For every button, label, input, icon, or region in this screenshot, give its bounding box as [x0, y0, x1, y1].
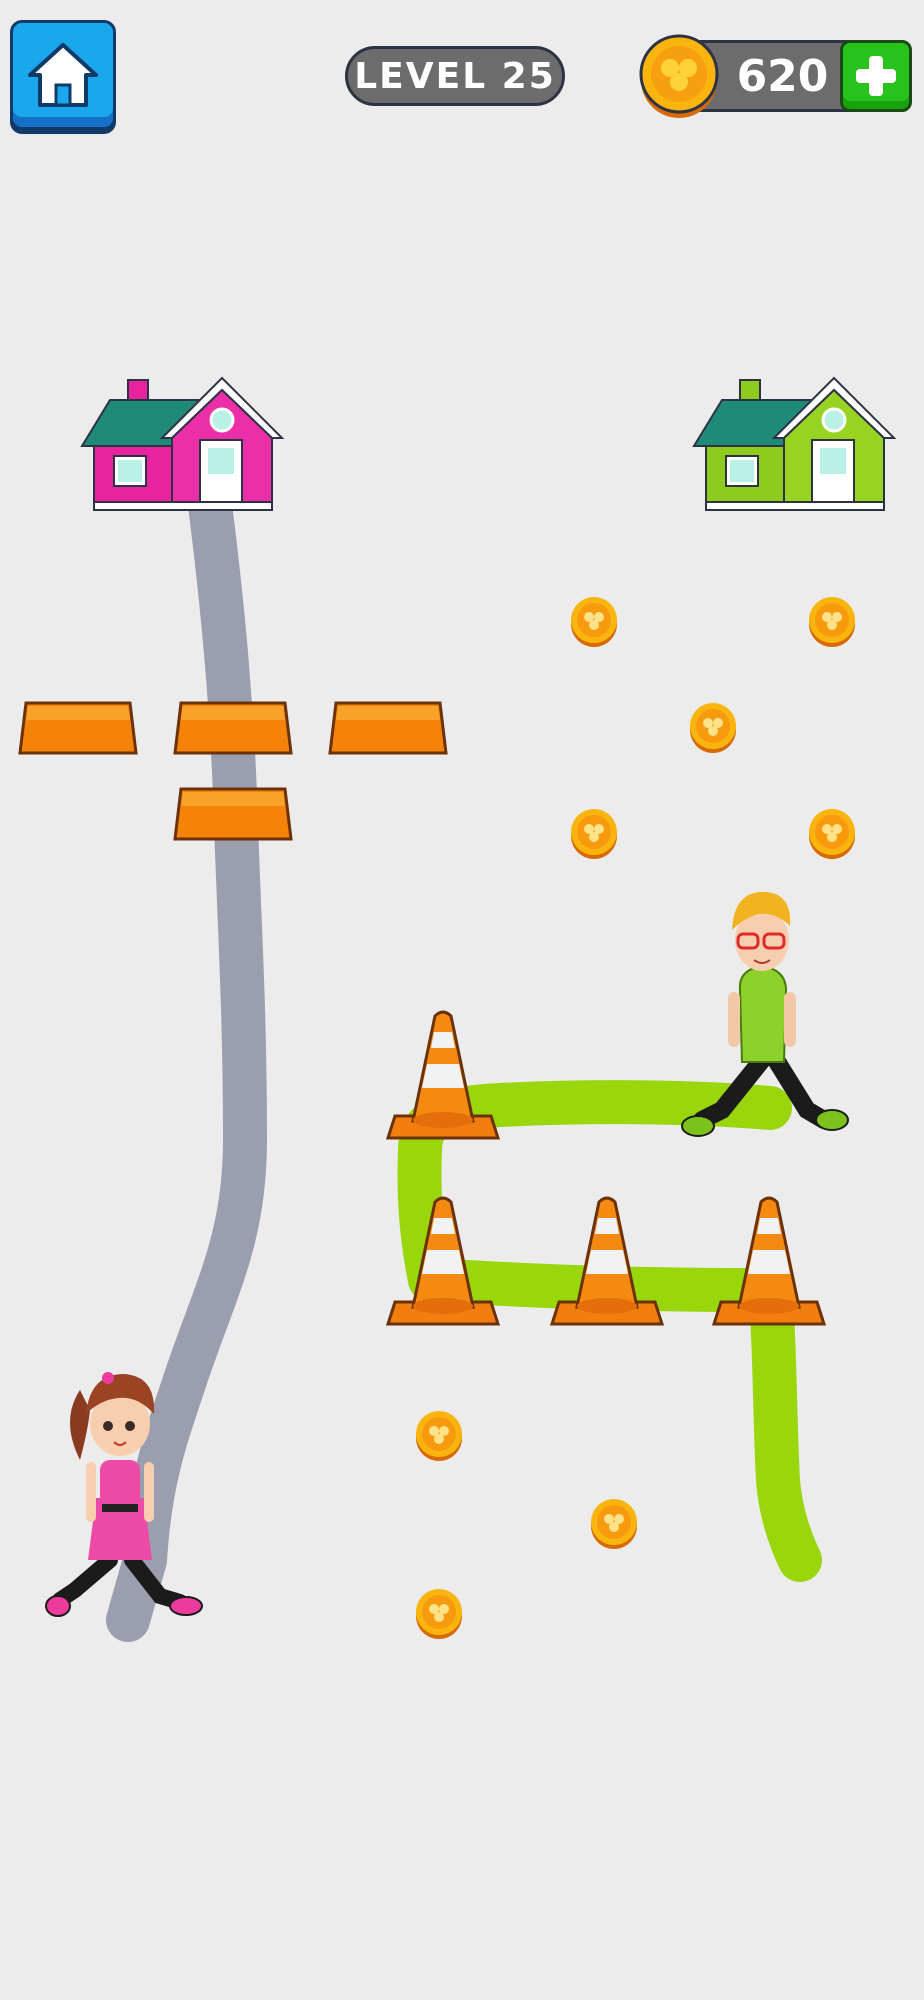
coin-pickup: [690, 703, 736, 753]
traffic-cone: [550, 1196, 664, 1326]
coin-pickup: [416, 1589, 462, 1639]
barrier-block: [173, 787, 293, 841]
coin-pickup: [416, 1411, 462, 1461]
coin-pickup: [571, 809, 617, 859]
barrier-block: [173, 701, 293, 755]
coin-count: 620: [736, 50, 829, 102]
home-icon: [28, 43, 98, 107]
coin-pickup: [591, 1499, 637, 1549]
plus-icon: [856, 56, 896, 96]
level-indicator: LEVEL 25: [345, 46, 565, 106]
coin-pickup: [809, 809, 855, 859]
game-scene[interactable]: [0, 0, 924, 2000]
home-button[interactable]: [10, 20, 116, 130]
clover-coin-icon: [639, 34, 719, 118]
barrier-block: [18, 701, 138, 755]
traffic-cone: [386, 1010, 500, 1140]
traffic-cone: [712, 1196, 826, 1326]
girl-drawn-path: [106, 483, 267, 1642]
green-house: [692, 376, 897, 511]
pink-house: [80, 376, 285, 511]
boy-drawn-path: [397, 1080, 822, 1582]
coin-pickup: [809, 597, 855, 647]
barrier-block: [328, 701, 448, 755]
add-coins-button[interactable]: [840, 40, 912, 112]
coin-pickup: [571, 597, 617, 647]
